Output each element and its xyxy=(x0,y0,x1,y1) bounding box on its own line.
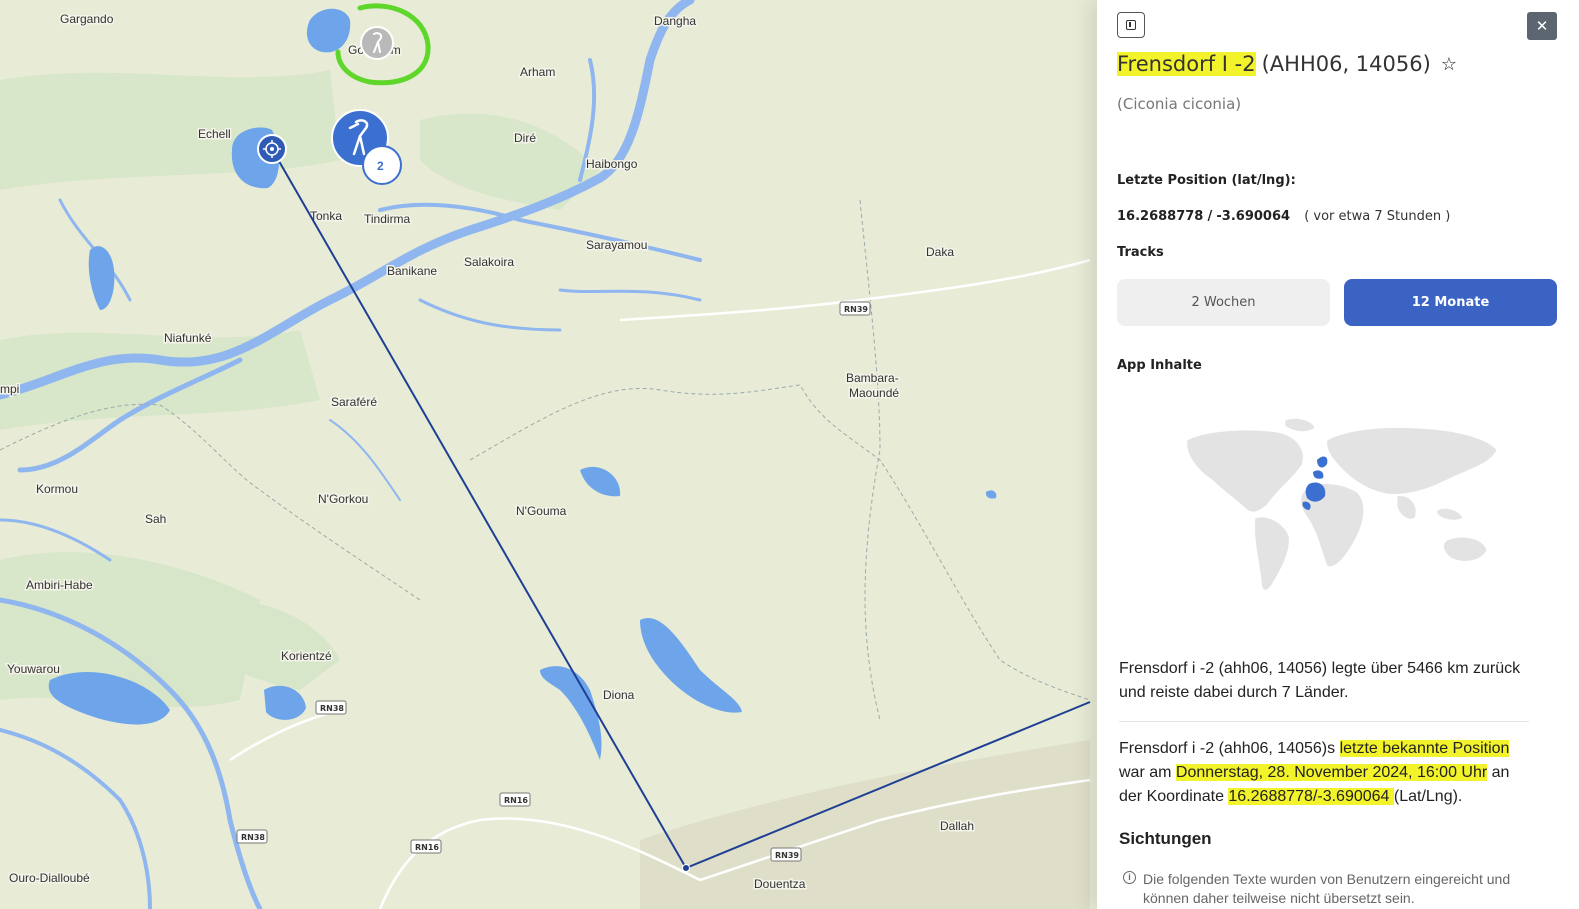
place-haibongo: Haibongo xyxy=(586,157,638,171)
road-shield-rn38-mid: RN38 xyxy=(315,700,347,715)
place-ambiri-habe: Ambiri-Habe xyxy=(26,578,93,592)
svg-text:RN38: RN38 xyxy=(320,704,344,713)
separator xyxy=(1119,721,1529,722)
place-dallah: Dallah xyxy=(940,819,974,833)
close-button[interactable]: ✕ xyxy=(1527,12,1557,40)
last-position-value: 16.2688778 / -3.690064 ( vor etwa 7 Stun… xyxy=(1117,209,1450,224)
app-content-label: App Inhalte xyxy=(1117,358,1202,373)
place-tindirma: Tindirma xyxy=(364,212,411,226)
place-dire: Diré xyxy=(514,131,536,145)
road-shield-rn39-north: RN39 xyxy=(839,301,871,316)
pos-highlight-coords: 16.2688778/-3.690064 xyxy=(1228,788,1394,805)
sightings-info-text: Die folgenden Texte wurden von Benutzern… xyxy=(1143,871,1511,906)
sightings-info: i Die folgenden Texte wurden von Benutze… xyxy=(1123,870,1553,908)
last-position-text: Frensdorf i -2 (ahh06, 14056)s letzte be… xyxy=(1119,737,1529,809)
countries-world-map xyxy=(1186,418,1498,591)
cluster-badge[interactable]: 2 xyxy=(362,145,402,185)
svg-text:RN16: RN16 xyxy=(504,796,528,805)
tab-2-weeks[interactable]: 2 Wochen xyxy=(1117,279,1330,326)
species-latin-name: (Ciconia ciconia) xyxy=(1117,95,1242,113)
tracks-label: Tracks xyxy=(1117,245,1164,260)
place-korientze: Korientzé xyxy=(281,649,332,663)
last-position-marker[interactable] xyxy=(257,134,287,164)
place-echell: Echell xyxy=(198,127,231,141)
road-shield-rn39-south: RN39 xyxy=(770,847,802,862)
place-ampi: mpi xyxy=(0,382,19,396)
sidebar-icon xyxy=(1126,20,1136,30)
svg-text:2: 2 xyxy=(377,159,384,173)
place-dangha: Dangha xyxy=(654,14,696,28)
animal-detail-panel: ✕ Frensdorf I -2 (AHH06, 14056) ☆ (Cicon… xyxy=(1097,0,1579,909)
position-age: ( vor etwa 7 Stunden ) xyxy=(1304,209,1451,224)
tab-12-months[interactable]: 12 Monate xyxy=(1344,279,1557,326)
animal-name: Frensdorf I -2 xyxy=(1117,52,1256,76)
pos-highlight-1: letzte bekannte Position xyxy=(1339,740,1510,757)
pos-text-2: war am xyxy=(1119,764,1176,781)
pos-text-4: (Lat/Lng). xyxy=(1393,788,1463,805)
place-youwarou: Youwarou xyxy=(7,662,60,676)
place-niafunke: Niafunké xyxy=(164,331,212,345)
coord-separator: / xyxy=(1207,209,1213,224)
place-daka: Daka xyxy=(926,245,954,259)
pos-highlight-date: Donnerstag, 28. November 2024, 16:00 Uhr xyxy=(1175,764,1488,781)
place-ngorkou: N'Gorkou xyxy=(318,492,368,506)
stork-marker-inactive[interactable] xyxy=(360,26,394,60)
place-sarayamou: Sarayamou xyxy=(586,238,647,252)
info-icon: i xyxy=(1123,871,1136,884)
road-shield-rn16-mid: RN16 xyxy=(499,792,531,807)
travel-summary: Frensdorf i -2 (ahh06, 14056) legte über… xyxy=(1119,660,1521,701)
place-sah: Sah xyxy=(145,512,166,526)
svg-text:RN39: RN39 xyxy=(844,305,868,314)
place-gargando: Gargando xyxy=(60,12,114,26)
place-tonka: Tonka xyxy=(310,209,342,223)
sightings-heading: Sichtungen xyxy=(1119,829,1212,848)
animal-title: Frensdorf I -2 (AHH06, 14056) ☆ xyxy=(1117,52,1457,76)
coord-lng: -3.690064 xyxy=(1216,209,1291,224)
pos-text-1: Frensdorf i -2 (ahh06, 14056)s xyxy=(1119,740,1340,757)
favorite-star-icon[interactable]: ☆ xyxy=(1441,54,1457,75)
close-icon: ✕ xyxy=(1535,17,1549,35)
place-salakoira: Salakoira xyxy=(464,255,514,269)
place-sarafere: Saraféré xyxy=(331,395,377,409)
place-banikane: Banikane xyxy=(387,264,437,278)
place-maounde: Maoundé xyxy=(849,386,899,400)
animal-ids: (AHH06, 14056) xyxy=(1261,52,1431,76)
place-arham: Arham xyxy=(520,65,555,79)
road-shield-rn38-south: RN38 xyxy=(236,829,268,844)
svg-text:RN38: RN38 xyxy=(241,833,265,842)
svg-text:RN16: RN16 xyxy=(415,843,439,852)
place-diona: Diona xyxy=(603,688,635,702)
place-kormou: Kormou xyxy=(36,482,78,496)
road-shield-rn16-south: RN16 xyxy=(410,839,442,854)
place-bambara: Bambara- xyxy=(846,371,899,385)
place-ngouma: N'Gouma xyxy=(516,504,567,518)
coord-lat: 16.2688778 xyxy=(1117,209,1204,224)
place-douentza: Douentza xyxy=(754,877,806,891)
svg-text:RN39: RN39 xyxy=(775,851,799,860)
last-position-label: Letzte Position (lat/lng): xyxy=(1117,173,1296,188)
place-ouro-dialloube: Ouro-Dialloubé xyxy=(9,871,90,885)
track-point[interactable] xyxy=(682,864,690,872)
collapse-panel-button[interactable] xyxy=(1117,12,1145,38)
